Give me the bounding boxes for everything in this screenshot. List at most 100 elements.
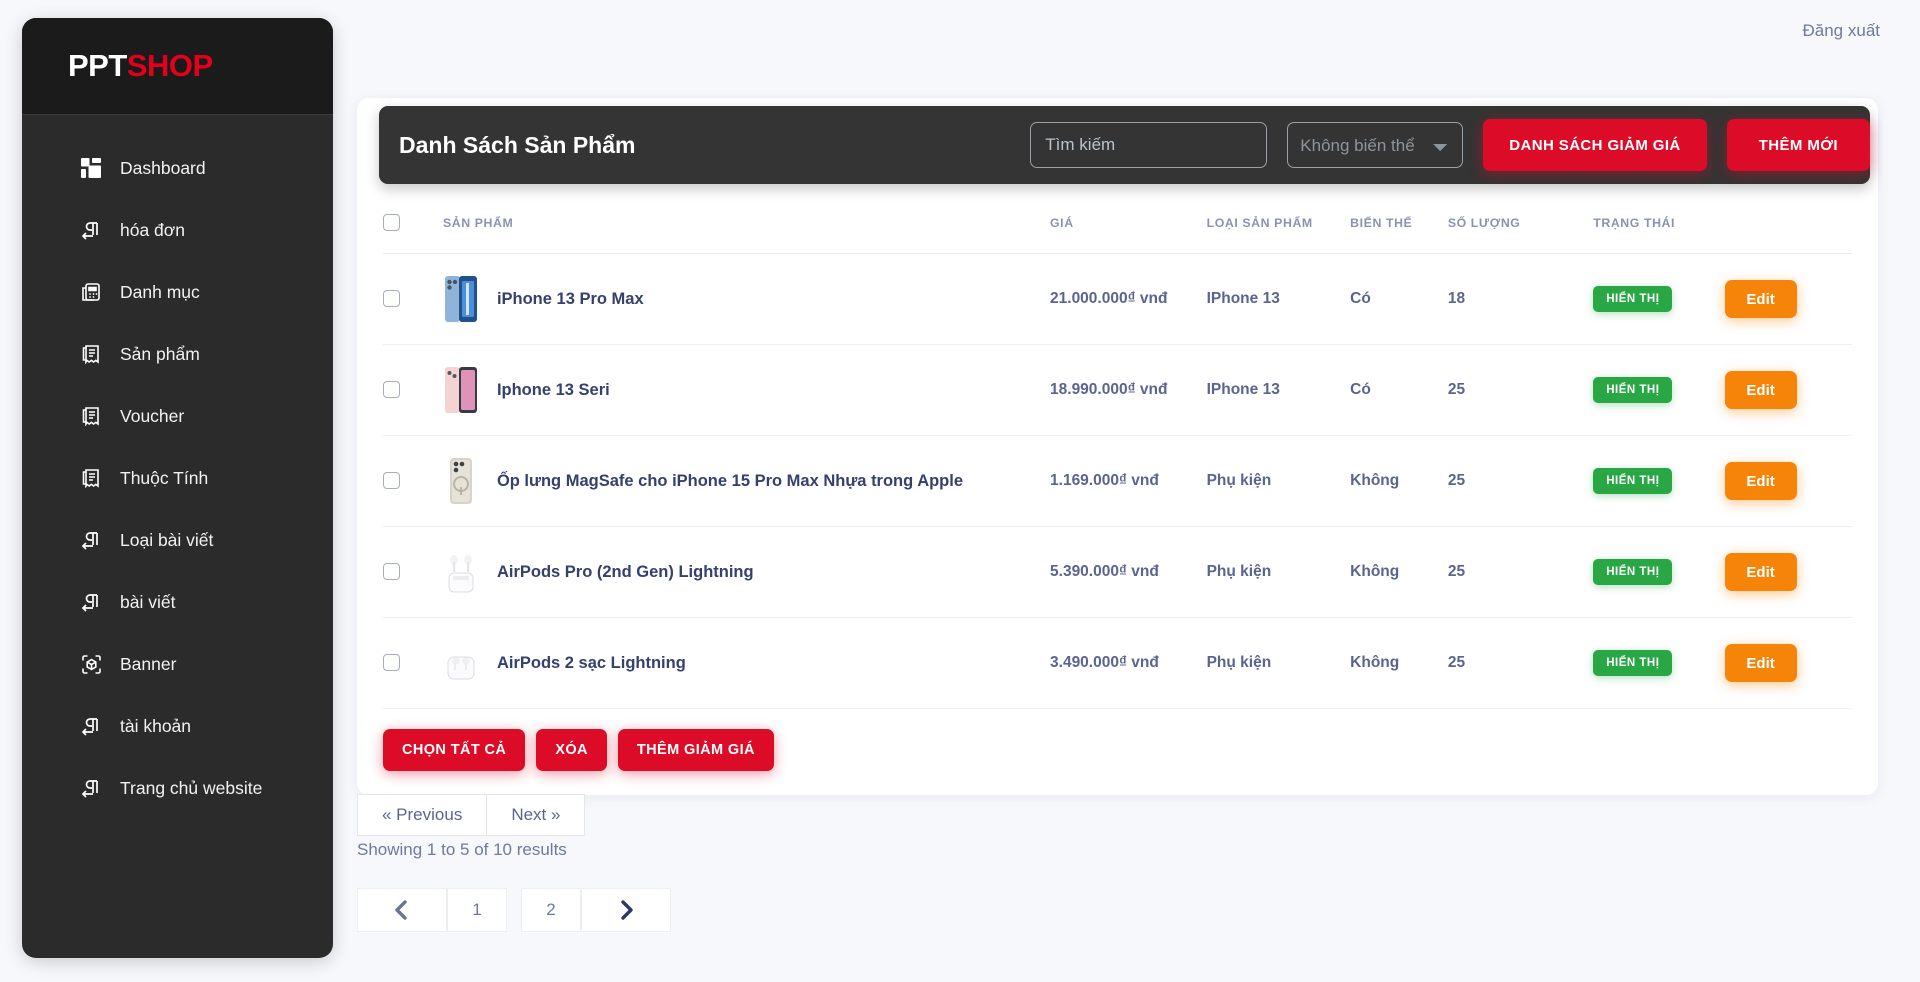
product-variant: Không bbox=[1350, 563, 1400, 580]
product-price: 1.169.000₫ vnđ bbox=[1050, 472, 1159, 489]
sidebar-nav: Dashboard hóa đơn Danh mục Sản phẩm Vouc… bbox=[22, 115, 333, 819]
product-price: 21.000.000₫ vnđ bbox=[1050, 290, 1168, 307]
logout-link[interactable]: Đăng xuất bbox=[1803, 21, 1881, 41]
row-checkbox[interactable] bbox=[383, 472, 400, 490]
paragraph-icon bbox=[80, 777, 102, 799]
product-price: 18.990.000₫ vnđ bbox=[1050, 381, 1168, 398]
sidebar-item-tai-khoan[interactable]: tài khoản bbox=[22, 695, 333, 757]
paragraph-icon bbox=[80, 219, 102, 241]
row-checkbox[interactable] bbox=[383, 290, 400, 308]
sidebar-item-danh-muc[interactable]: Danh mục bbox=[22, 261, 333, 323]
edit-button[interactable]: Edit bbox=[1724, 644, 1797, 682]
paragraph-icon bbox=[80, 715, 102, 737]
variant-filter-select[interactable]: Không biến thể bbox=[1287, 122, 1464, 168]
dashboard-grid-icon bbox=[80, 157, 102, 179]
edit-button[interactable]: Edit bbox=[1724, 371, 1797, 409]
sidebar-item-bai-viet[interactable]: bài viết bbox=[22, 571, 333, 633]
sidebar-item-trang-chu-website[interactable]: Trang chủ website bbox=[22, 757, 333, 819]
status-badge: HIỂN THỊ bbox=[1593, 468, 1673, 494]
product-cell: AirPods 2 sạc Lightning bbox=[442, 617, 1051, 709]
variant-cell: Không bbox=[1350, 435, 1448, 527]
quantity-cell: 25 bbox=[1447, 617, 1594, 709]
product-cell: Iphone 13 Seri bbox=[442, 344, 1051, 436]
add-discount-button[interactable]: THÊM GIẢM GIÁ bbox=[617, 729, 774, 771]
pagination-prev-arrow[interactable] bbox=[357, 888, 447, 932]
action-cell: Edit bbox=[1724, 526, 1852, 618]
product-thumbnail bbox=[444, 276, 477, 322]
admin-page: PPTSHOP Dashboard hóa đơn Danh mục Sản p… bbox=[0, 0, 1920, 982]
product-price: 5.390.000₫ vnđ bbox=[1050, 563, 1159, 580]
next-button[interactable]: Next » bbox=[487, 794, 586, 836]
status-cell: HIỂN THỊ bbox=[1593, 617, 1725, 709]
select-all-button[interactable]: CHỌN TẤT CẢ bbox=[383, 729, 526, 771]
quantity-cell: 25 bbox=[1447, 526, 1594, 618]
card-header: Danh Sách Sản Phẩm Không biến thể DANH S… bbox=[379, 106, 1870, 184]
chevron-right-icon bbox=[613, 897, 639, 923]
table-row: AirPods Pro (2nd Gen) Lightning 5.390.00… bbox=[383, 526, 1852, 618]
pagination-next-arrow[interactable] bbox=[581, 888, 671, 932]
sidebar-item-san-pham[interactable]: Sản phẩm bbox=[22, 323, 333, 385]
sidebar-item-label: Banner bbox=[120, 653, 177, 674]
variant-cell: Có bbox=[1350, 253, 1448, 345]
product-variant: Có bbox=[1350, 381, 1371, 398]
sidebar-item-dashboard[interactable]: Dashboard bbox=[22, 137, 333, 199]
sidebar-item-thuoc-tinh[interactable]: Thuộc Tính bbox=[22, 447, 333, 509]
product-price: 3.490.000₫ vnđ bbox=[1050, 654, 1159, 671]
product-quantity: 18 bbox=[1447, 290, 1466, 307]
edit-button[interactable]: Edit bbox=[1724, 280, 1797, 318]
brand-logo[interactable]: PPTSHOP bbox=[22, 18, 333, 115]
type-cell: Phụ kiện bbox=[1206, 435, 1351, 527]
product-table-wrap: SẢN PHẨM GIÁ LOẠI SẢN PHẨM BIẾN THỂ SỐ L… bbox=[357, 184, 1878, 709]
status-cell: HIỂN THỊ bbox=[1593, 435, 1725, 527]
product-quantity: 25 bbox=[1447, 381, 1466, 398]
results-summary: Showing 1 to 5 of 10 results bbox=[357, 840, 567, 859]
product-variant: Không bbox=[1350, 472, 1400, 489]
product-thumbnail bbox=[448, 555, 474, 593]
pagination-page-1[interactable]: 1 bbox=[447, 888, 507, 932]
product-name: AirPods Pro (2nd Gen) Lightning bbox=[496, 562, 754, 581]
product-type: IPhone 13 bbox=[1206, 381, 1280, 398]
sidebar-item-voucher[interactable]: Voucher bbox=[22, 385, 333, 447]
delete-button[interactable]: XÓA bbox=[536, 729, 607, 771]
status-cell: HIỂN THỊ bbox=[1593, 253, 1725, 345]
price-cell: 21.000.000₫ vnđ bbox=[1050, 253, 1207, 345]
sidebar-item-label: Trang chủ website bbox=[120, 777, 263, 798]
row-checkbox[interactable] bbox=[383, 654, 400, 672]
search-input[interactable] bbox=[1030, 122, 1268, 168]
discount-list-button[interactable]: DANH SÁCH GIẢM GIÁ bbox=[1483, 119, 1707, 171]
brand-shop: SHOP bbox=[126, 48, 213, 83]
select-all-checkbox[interactable] bbox=[383, 214, 400, 231]
quantity-cell: 25 bbox=[1447, 435, 1594, 527]
chevron-left-icon bbox=[389, 897, 415, 923]
price-cell: 5.390.000₫ vnđ bbox=[1050, 526, 1207, 618]
edit-button[interactable]: Edit bbox=[1724, 462, 1797, 500]
status-badge: HIỂN THỊ bbox=[1593, 559, 1673, 585]
action-cell: Edit bbox=[1724, 617, 1852, 709]
bulk-actions: CHỌN TẤT CẢ XÓA THÊM GIẢM GIÁ bbox=[357, 709, 1878, 777]
header-price: GIÁ bbox=[1050, 184, 1207, 254]
action-cell: Edit bbox=[1724, 344, 1852, 436]
sidebar-item-loai-bai-viet[interactable]: Loại bài viết bbox=[22, 509, 333, 571]
table-row: AirPods 2 sạc Lightning 3.490.000₫ vnđ P… bbox=[383, 617, 1852, 709]
row-checkbox[interactable] bbox=[383, 381, 400, 399]
page-title: Danh Sách Sản Phẩm bbox=[399, 131, 636, 158]
product-thumbnail bbox=[447, 656, 475, 680]
add-new-button[interactable]: THÊM MỚI bbox=[1726, 119, 1870, 171]
pagination-gap bbox=[507, 888, 521, 932]
product-quantity: 25 bbox=[1447, 654, 1466, 671]
sidebar-item-hoa-don[interactable]: hóa đơn bbox=[22, 199, 333, 261]
row-checkbox[interactable] bbox=[383, 563, 400, 581]
pagination-page-2[interactable]: 2 bbox=[521, 888, 581, 932]
type-cell: Phụ kiện bbox=[1206, 617, 1351, 709]
sidebar-item-label: Loại bài viết bbox=[120, 529, 214, 550]
quantity-cell: 18 bbox=[1447, 253, 1594, 345]
edit-button[interactable]: Edit bbox=[1724, 553, 1797, 591]
previous-button[interactable]: « Previous bbox=[357, 794, 488, 836]
paragraph-icon bbox=[80, 529, 102, 551]
sidebar-item-label: Thuộc Tính bbox=[120, 467, 209, 488]
status-cell: HIỂN THỊ bbox=[1593, 344, 1725, 436]
header-product: SẢN PHẨM bbox=[442, 184, 1051, 254]
brand-text: PPTSHOP bbox=[68, 48, 213, 84]
receipt-icon bbox=[80, 405, 102, 427]
sidebar-item-banner[interactable]: Banner bbox=[22, 633, 333, 695]
